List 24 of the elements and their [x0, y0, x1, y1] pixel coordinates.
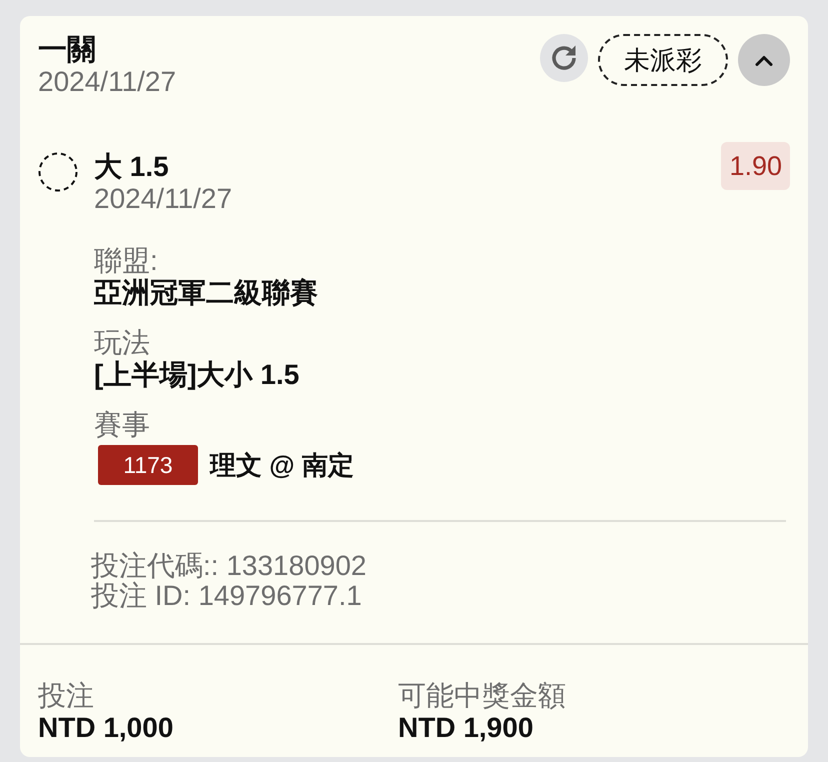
- match-teams: 理文 @ 南定: [210, 449, 354, 481]
- odds-tag: 1.90: [721, 142, 790, 190]
- status-tag: 未派彩: [598, 34, 728, 86]
- refresh-icon: [549, 43, 579, 73]
- field-value: [上半場]大小 1.5: [94, 359, 300, 391]
- collapse-button[interactable]: [738, 34, 790, 86]
- summary-label: 可能中獎金額: [398, 680, 566, 712]
- chevron-up-icon: [755, 54, 773, 66]
- bet-reference-text: 投注 ID: 149796777.1: [91, 581, 363, 611]
- field-label: 聯盟:: [94, 245, 159, 277]
- refresh-button[interactable]: [540, 34, 588, 82]
- field-label: 玩法: [94, 327, 151, 359]
- match-number-tag: 1173: [98, 445, 198, 485]
- field-label: 賽事: [94, 409, 151, 441]
- bet-date: 2024/11/27: [38, 66, 176, 98]
- selection-date: 2024/11/27: [94, 183, 234, 215]
- dashed-circle-icon: [38, 152, 78, 192]
- summary-value: NTD 1,000: [38, 712, 174, 744]
- bet-reference-text: 投注代碼:: 133180902: [91, 551, 368, 581]
- selection-name: 大 1.5: [94, 151, 170, 183]
- bet-title: 一關: [38, 34, 97, 66]
- summary-label: 投注: [38, 680, 95, 712]
- summary-value: NTD 1,900: [398, 712, 534, 744]
- field-value: 亞洲冠軍二級聯賽: [94, 277, 319, 309]
